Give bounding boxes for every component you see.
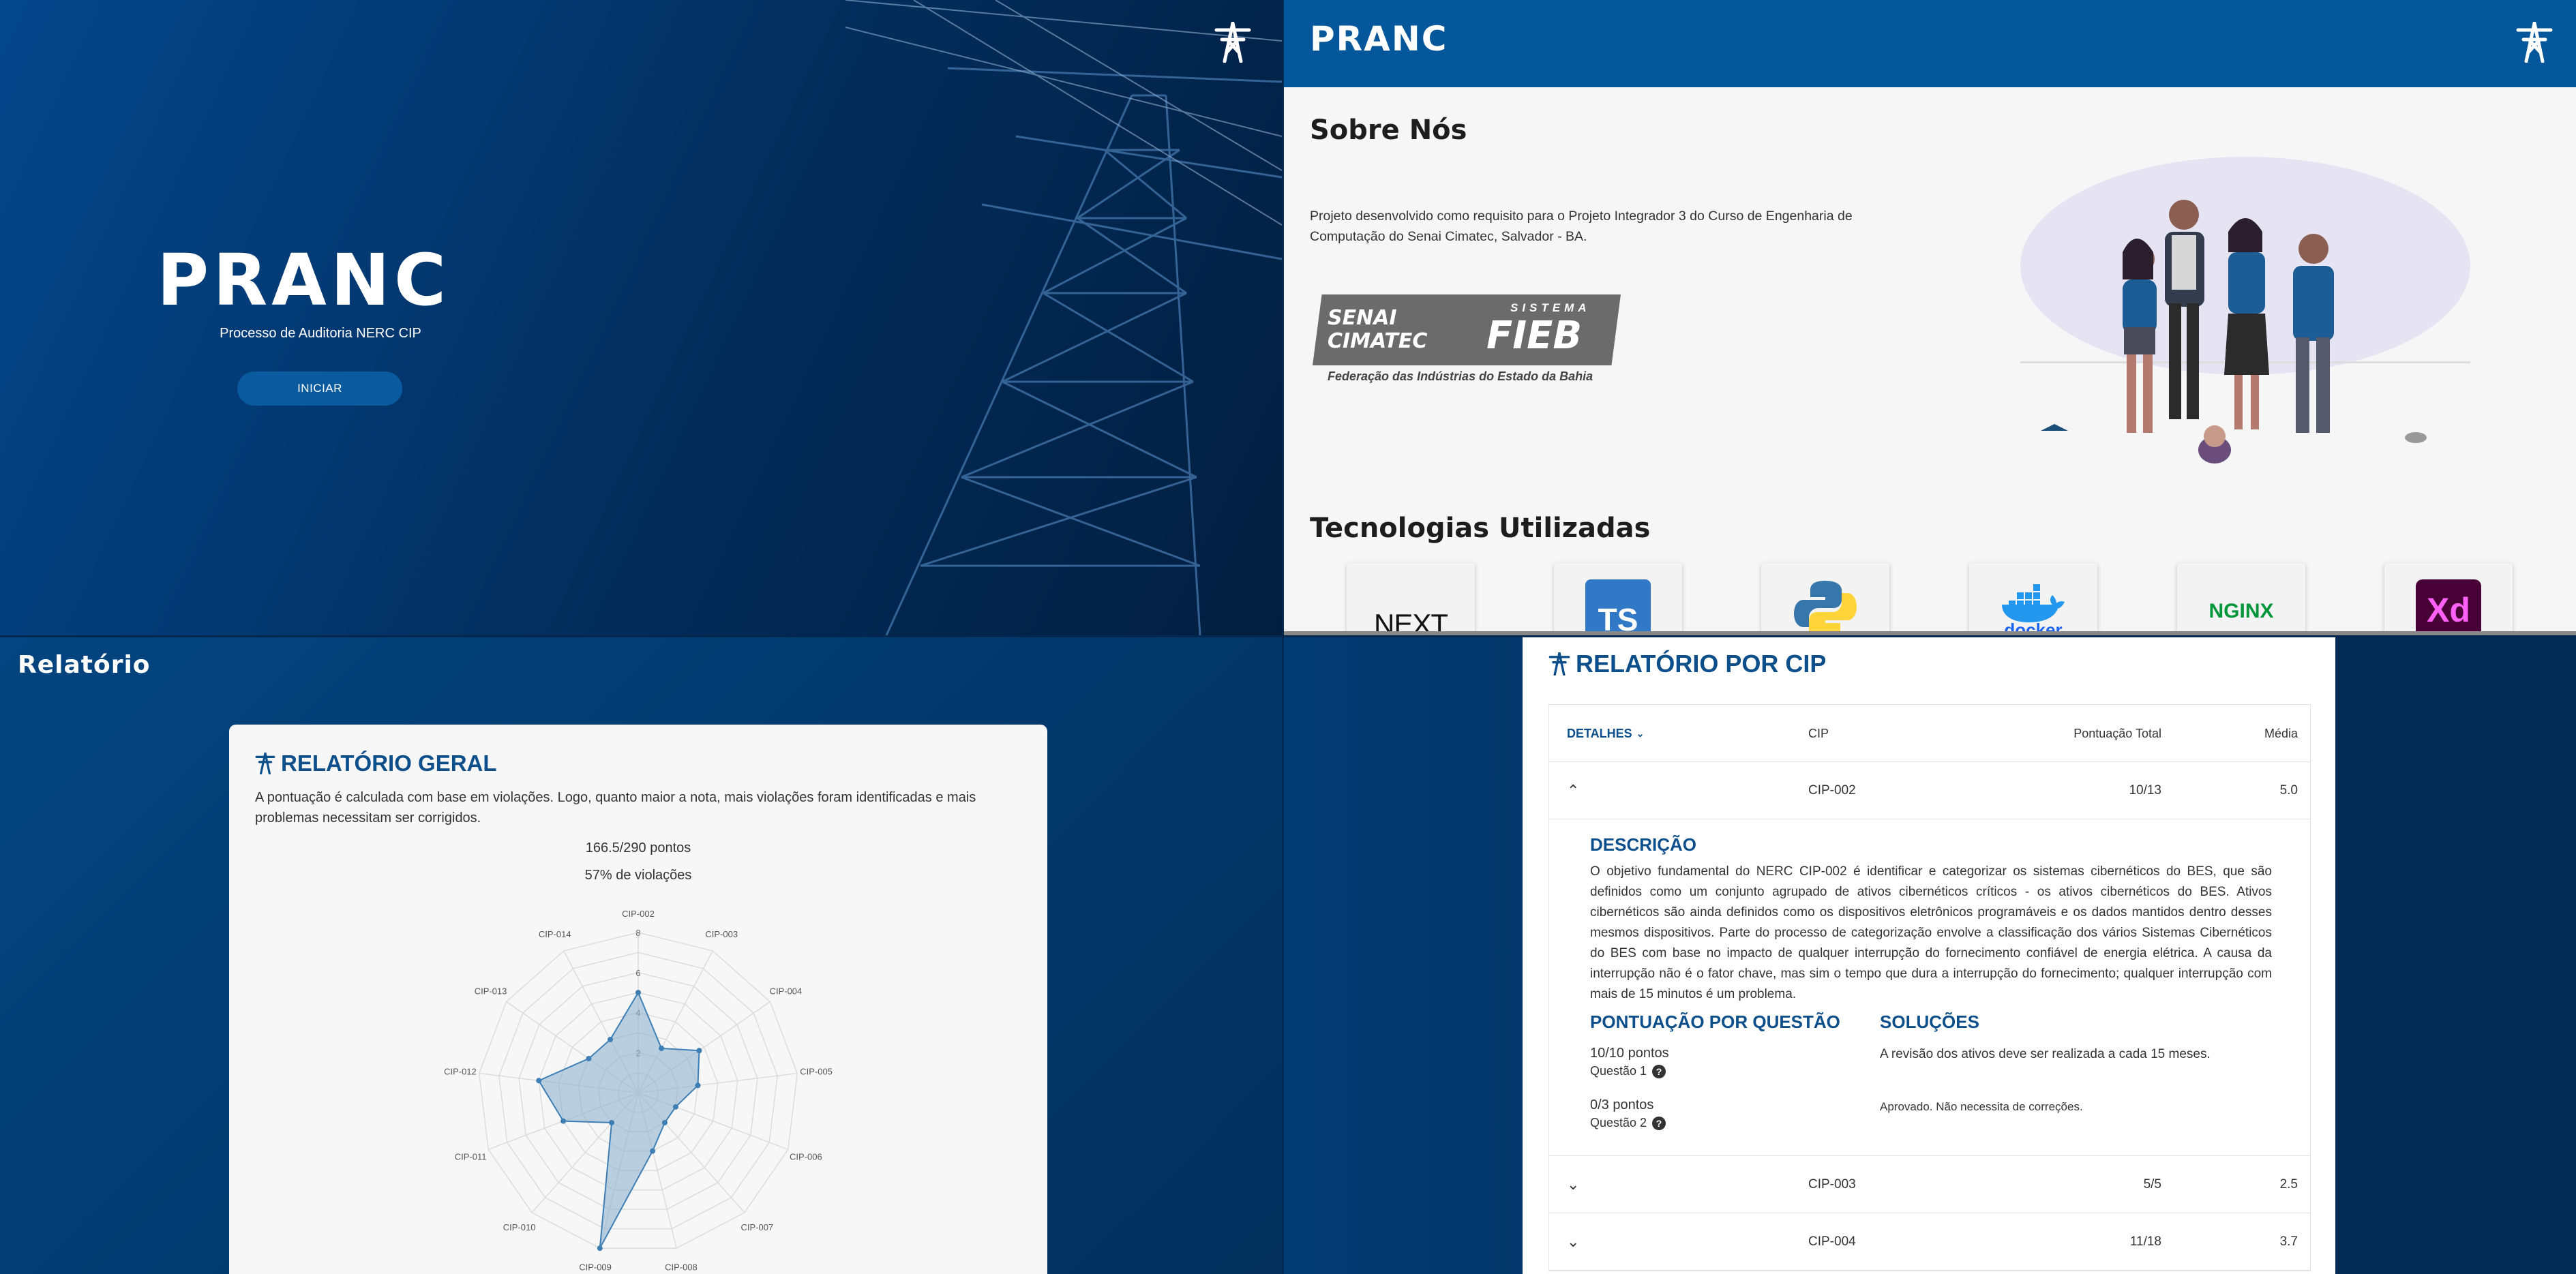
adobe-xd-logo: Xd	[2416, 579, 2481, 635]
chevron-down-icon: ⌄	[1636, 727, 1645, 739]
radar-point[interactable]	[597, 1245, 603, 1252]
violations-text: 57% de violações	[584, 868, 692, 883]
radar-point[interactable]	[560, 1118, 567, 1124]
radar-point[interactable]	[659, 1045, 665, 1051]
radar-category-label: CIP-014	[539, 929, 571, 939]
app-header: PRANC	[1284, 0, 2576, 87]
tech-card-nginx: NGINX	[2177, 563, 2305, 635]
radar-category-label: CIP-009	[579, 1262, 612, 1272]
cip-report-screen: RELATÓRIO POR CIP DETALHES ⌄ CIP Pontuaçã…	[1284, 637, 2576, 1274]
landing-screen: PRANC Processo de Auditoria NERC CIP INI…	[0, 0, 1282, 635]
radar-category-label: CIP-008	[665, 1262, 698, 1272]
points-text: 166.5/290 pontos	[585, 840, 691, 855]
radar-category-label: CIP-005	[800, 1066, 833, 1076]
details-sort-button[interactable]: DETALHES ⌄	[1567, 705, 1644, 762]
tech-card-python	[1761, 563, 1889, 635]
col-avg: Média	[2264, 726, 2298, 740]
radar-category-label: CIP-013	[475, 986, 507, 997]
radar-category-label: CIP-007	[741, 1222, 774, 1232]
radar-point[interactable]	[672, 1104, 678, 1110]
tech-card-docker: docker	[1969, 563, 2097, 635]
cip-report-title: RELATÓRIO POR CIP	[1548, 650, 1826, 678]
start-button[interactable]: INICIAR	[237, 371, 402, 406]
expanded-details: DESCRIÇÃO O objetivo fundamental do NERC…	[1549, 819, 2310, 1156]
card-title: RELATÓRIO GERAL	[255, 750, 497, 776]
cip-description: O objetivo fundamental do NERC CIP-002 é…	[1590, 864, 2272, 1001]
chevron-up-icon[interactable]: ⌃	[1567, 762, 1579, 819]
col-total: Pontuação Total	[2073, 726, 2161, 740]
radar-chart: 2468CIP-002CIP-003CIP-004CIP-005CIP-006C…	[444, 909, 833, 1272]
typescript-logo: TS	[1585, 579, 1651, 635]
radar-tick-label: 8	[635, 928, 640, 938]
general-report-card: RELATÓRIO GERAL A pontuação é calculada …	[229, 725, 1047, 1274]
radar-point[interactable]	[536, 1078, 542, 1084]
help-icon[interactable]: ?	[1652, 1065, 1666, 1078]
cip-report-panel: RELATÓRIO POR CIP DETALHES ⌄ CIP Pontuaçã…	[1523, 637, 2335, 1274]
radar-point[interactable]	[661, 1119, 668, 1125]
python-logo	[1794, 581, 1857, 635]
tower-icon	[255, 753, 275, 774]
about-screen: PRANC Sobre Nós Projeto desenvolvido com…	[1284, 0, 2576, 635]
help-icon[interactable]: ?	[1652, 1117, 1666, 1130]
hero-subtitle: Processo de Auditoria NERC CIP	[220, 326, 421, 341]
tower-icon	[1548, 652, 1570, 676]
dog	[2198, 425, 2231, 464]
senai-fieb-logo: SENAI CIMATEC SISTEMA FIEB Federação das …	[1313, 294, 1626, 390]
table-row[interactable]: ⌃ CIP-002 10/13 5.0	[1549, 762, 2310, 819]
card-description: A pontuação é calculada com base em viol…	[255, 790, 976, 825]
tech-card-next: NEXT	[1347, 563, 1475, 635]
radar-point[interactable]	[586, 1055, 592, 1061]
tech-card-xd: Xd	[2384, 563, 2513, 635]
table-row[interactable]: ⌄ CIP-004 11/18 3.7	[1549, 1213, 2310, 1271]
radar-category-label: CIP-010	[503, 1222, 536, 1232]
solution-1: A revisão dos ativos deve ser realizada …	[1880, 1047, 2211, 1061]
brand-logo: PRANC	[157, 239, 451, 322]
header-brand[interactable]: PRANC	[1310, 19, 1448, 59]
radar-category-label: CIP-012	[444, 1066, 477, 1076]
team-illustration	[2020, 157, 2470, 464]
about-description: Projeto desenvolvido como requisito para…	[1310, 209, 1853, 244]
cip-table: DETALHES ⌄ CIP Pontuação Total Média ⌃ CI…	[1548, 704, 2311, 1271]
solutions-title: SOLUÇÕES	[1880, 1012, 1979, 1032]
tech-card-typescript: TS	[1554, 563, 1682, 635]
radar-category-label: CIP-011	[455, 1151, 487, 1162]
radar-category-label: CIP-002	[622, 909, 655, 919]
score-title: PONTUAÇÃO POR QUESTÃO	[1590, 1012, 1840, 1032]
report-screen: Relatório RELATÓRIO GERAL A pontuação é …	[0, 637, 1282, 1274]
radar-point[interactable]	[695, 1082, 701, 1089]
tech-title: Tecnologias Utilizadas	[1310, 513, 1651, 544]
radar-category-label: CIP-004	[770, 986, 803, 997]
table-row[interactable]: ⌄ CIP-003 5/5 2.5	[1549, 1156, 2310, 1213]
desc-title: DESCRIÇÃO	[1590, 834, 1697, 855]
tower-icon[interactable]	[2515, 22, 2553, 63]
about-title: Sobre Nós	[1310, 115, 1467, 146]
radar-point[interactable]	[635, 990, 641, 996]
chevron-down-icon[interactable]: ⌄	[1567, 1156, 1579, 1213]
radar-tick-label: 6	[635, 968, 640, 978]
col-cip: CIP	[1808, 726, 1829, 740]
question-1: 10/10 pontos Questão 1?	[1590, 1046, 1669, 1078]
radar-point[interactable]	[650, 1148, 656, 1154]
radar-category-label: CIP-003	[705, 929, 738, 939]
radar-point[interactable]	[609, 1119, 615, 1125]
page-title: Relatório	[18, 651, 151, 679]
power-tower-image	[845, 0, 1282, 635]
radar-point[interactable]	[608, 1036, 614, 1042]
table-header: DETALHES ⌄ CIP Pontuação Total Média	[1549, 705, 2310, 762]
scroll-edge	[1284, 631, 2576, 635]
radar-point[interactable]	[696, 1048, 702, 1054]
chevron-down-icon[interactable]: ⌄	[1567, 1213, 1579, 1271]
docker-logo: docker	[1999, 584, 2067, 635]
nginx-logo: NGINX	[2208, 600, 2274, 622]
question-2: 0/3 pontos Questão 2?	[1590, 1097, 1666, 1130]
radar-category-label: CIP-006	[790, 1151, 822, 1162]
tower-icon	[1214, 22, 1251, 63]
person-1	[2123, 239, 2157, 433]
solution-2: Aprovado. Não necessita de correções.	[1880, 1100, 2083, 1113]
